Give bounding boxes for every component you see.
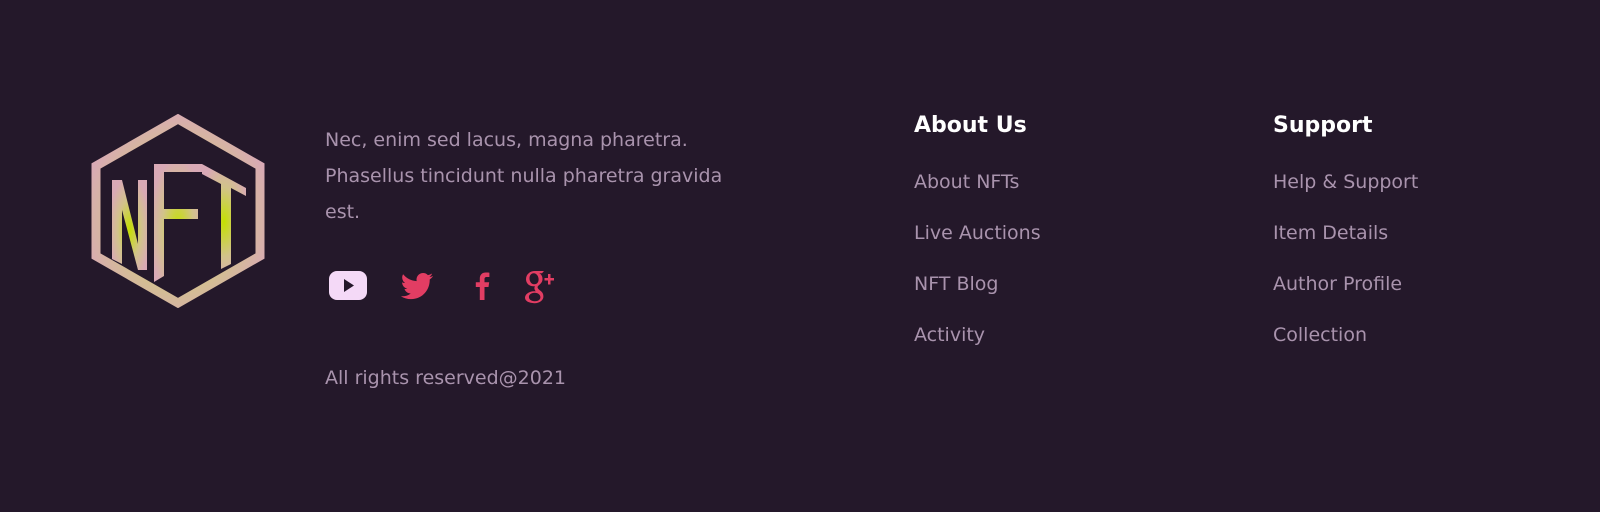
support-links: Help & Support Item Details Author Profi… bbox=[1273, 170, 1533, 374]
about-us-column: About Us About NFTs Live Auctions NFT Bl… bbox=[914, 108, 1041, 346]
twitter-icon bbox=[400, 273, 433, 300]
youtube-icon bbox=[329, 271, 367, 300]
list-item: Collection bbox=[1273, 323, 1533, 374]
link-item-details[interactable]: Item Details bbox=[1273, 222, 1388, 244]
link-live-auctions[interactable]: Live Auctions bbox=[914, 222, 1041, 244]
link-activity[interactable]: Activity bbox=[914, 324, 985, 346]
about-us-links: About NFTs Live Auctions NFT Blog Activi… bbox=[914, 170, 1174, 374]
nft-hexagon-logo-icon bbox=[91, 113, 265, 309]
support-column: Support Help & Support Item Details Auth… bbox=[1273, 108, 1418, 346]
list-item: Activity bbox=[914, 323, 1174, 374]
support-heading: Support bbox=[1273, 113, 1373, 138]
list-item: Item Details bbox=[1273, 221, 1533, 272]
list-item: Help & Support bbox=[1273, 170, 1533, 221]
list-item: Author Profile bbox=[1273, 272, 1533, 323]
copyright-text: All rights reserved@2021 bbox=[325, 367, 567, 389]
about-us-heading: About Us bbox=[914, 113, 1027, 138]
link-nft-blog[interactable]: NFT Blog bbox=[914, 273, 998, 295]
twitter-link[interactable] bbox=[399, 264, 435, 308]
youtube-link[interactable] bbox=[328, 264, 368, 308]
link-about-nfts[interactable]: About NFTs bbox=[914, 171, 1019, 193]
google-plus-link[interactable] bbox=[522, 264, 554, 308]
facebook-link[interactable] bbox=[471, 264, 493, 308]
list-item: NFT Blog bbox=[914, 272, 1174, 323]
list-item: About NFTs bbox=[914, 170, 1174, 221]
google-plus-icon bbox=[525, 271, 554, 304]
facebook-icon bbox=[475, 272, 490, 300]
link-author-profile[interactable]: Author Profile bbox=[1273, 273, 1402, 295]
footer-tagline: Nec, enim sed lacus, magna pharetra. Pha… bbox=[325, 129, 723, 223]
nft-logo[interactable] bbox=[90, 113, 266, 309]
link-help-support[interactable]: Help & Support bbox=[1273, 171, 1418, 193]
link-collection[interactable]: Collection bbox=[1273, 324, 1367, 346]
list-item: Live Auctions bbox=[914, 221, 1174, 272]
